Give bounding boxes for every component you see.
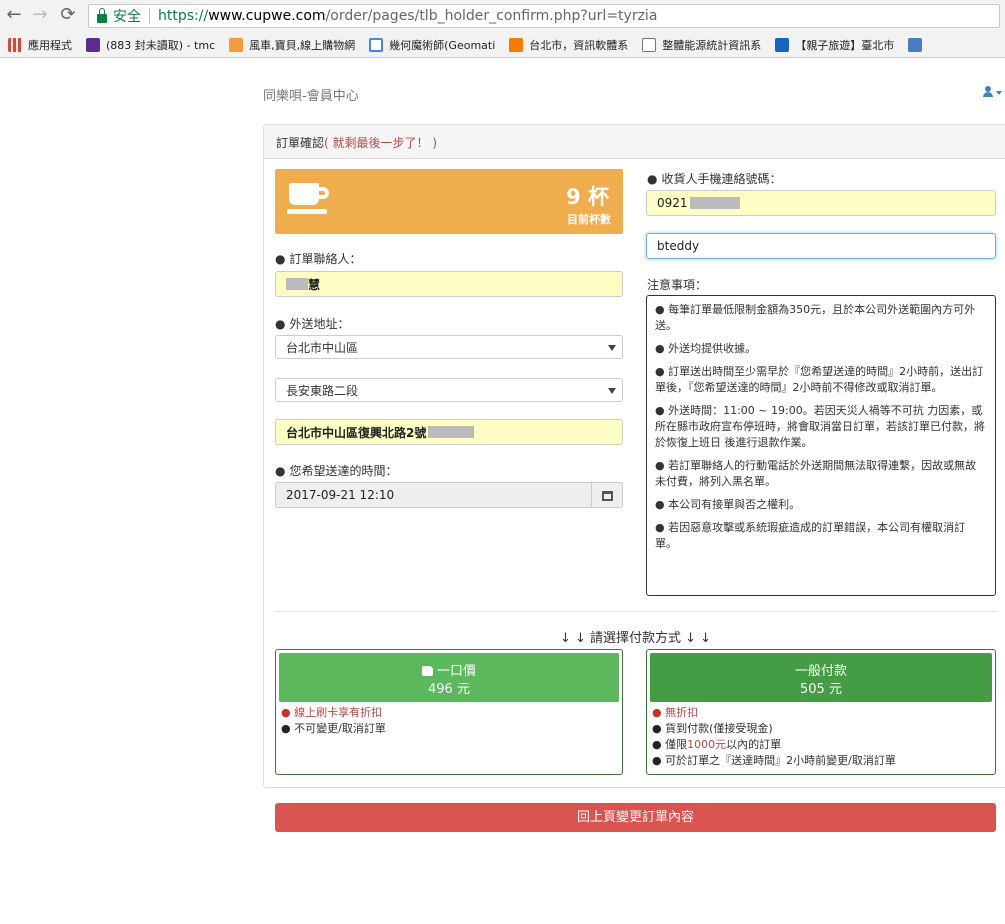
- list-item: 貨到付款(僅接受現金): [652, 721, 896, 737]
- redacted-block: [428, 426, 475, 438]
- recipient-name-input[interactable]: bteddy: [646, 233, 996, 259]
- panel-hint: ( 就剩最後一步了！ ): [324, 136, 438, 150]
- lock-icon: [97, 7, 107, 23]
- cup-count-box: 9 杯 目前杯數: [275, 169, 623, 234]
- delivery-time-input[interactable]: 2017-09-21 12:10: [275, 482, 592, 508]
- calendar-icon: [602, 491, 613, 501]
- d4-icon: [509, 38, 524, 52]
- forward-arrow-icon[interactable]: →: [30, 5, 50, 25]
- normal-payment-features: 無折扣 貨到付款(僅接受現金) 僅限1000元以內的訂單 可於訂單之『送達時間』…: [652, 705, 896, 769]
- secure-label: 安全: [113, 9, 141, 25]
- bookmark-energy[interactable]: 整體能源統計資訊系: [642, 37, 761, 53]
- normal-payment-amount: 505 元: [800, 682, 842, 697]
- apps-icon: [8, 38, 22, 52]
- notice-box: 每筆訂單最低限制金額為350元，且於本公司外送範圍內方可外送。 外送均提供收據。…: [646, 295, 996, 596]
- address-detail-input[interactable]: 台北市中山區復興北路2號: [275, 419, 623, 445]
- bookmark-globe[interactable]: [908, 38, 928, 52]
- bookmark-taipei-software[interactable]: 台北市，資訊軟體系: [509, 37, 628, 53]
- payment-title: ↓ ↓ 請選擇付款方式 ↓ ↓: [559, 631, 712, 646]
- list-item: 不可變更/取消訂單: [281, 721, 386, 737]
- normal-payment-button[interactable]: 一般付款 505 元: [650, 653, 992, 702]
- redacted-block: [689, 197, 740, 209]
- list-item: 可於訂單之『送達時間』2小時前變更/取消訂單: [652, 753, 896, 769]
- phone-label: 收貨人手機連絡號碼：: [647, 170, 781, 187]
- address-label: 外送地址：: [275, 315, 349, 332]
- mail-icon: [86, 38, 100, 52]
- url-host: www.cupwe.com: [208, 8, 326, 24]
- bookmarks-bar: 應用程式 (883 封未讀取) - tmc 風車,寶貝,線上購物網 幾何魔術師(…: [0, 34, 1005, 56]
- phone-input[interactable]: 0921: [646, 190, 996, 216]
- bookmark-mail[interactable]: (883 封未讀取) - tmc: [86, 37, 215, 53]
- globe-icon: [908, 38, 923, 52]
- user-icon[interactable]: [983, 86, 993, 98]
- divider: [275, 611, 996, 612]
- coffee-cup-icon: [287, 183, 331, 219]
- doc-icon: [642, 38, 657, 52]
- flat-price-amount: 496 元: [428, 682, 470, 697]
- bookmark-apps[interactable]: 應用程式: [8, 37, 72, 53]
- notice-item: 若因惡意攻擊或系統瑕疵造成的訂單錯誤，本公司有權取消訂單。: [655, 520, 987, 552]
- notice-item: 本公司有接單與否之權利。: [655, 497, 987, 513]
- notice-item: 外送時間：11:00 ~ 19:00。若因天災人禍等不可抗 力因素，或所在縣市政…: [655, 403, 987, 451]
- bookmark-shop[interactable]: 風車,寶貝,線上購物網: [229, 37, 355, 53]
- reload-icon[interactable]: ⟳: [58, 5, 78, 25]
- bookmark-geometry[interactable]: 幾何魔術師(Geomati: [369, 37, 495, 53]
- flat-price-button[interactable]: 一口價 496 元: [279, 653, 619, 702]
- calendar-button[interactable]: [591, 482, 623, 508]
- list-item: 線上刷卡享有折扣: [281, 705, 386, 721]
- bookmark-travel[interactable]: 【親子旅遊】臺北市: [775, 37, 894, 53]
- back-to-edit-button[interactable]: 回上頁變更訂單內容: [275, 803, 996, 832]
- redacted-block: [286, 278, 308, 290]
- chat-icon: [775, 38, 790, 52]
- fox-icon: [229, 38, 244, 52]
- flat-price-features: 線上刷卡享有折扣 不可變更/取消訂單: [281, 705, 386, 737]
- contact-label: 訂單聯絡人：: [275, 250, 361, 267]
- notice-label: 注意事項：: [647, 278, 708, 292]
- panel-title: 訂單確認: [276, 136, 325, 150]
- contact-input[interactable]: 慧: [275, 271, 623, 297]
- cup-count: 9 杯: [566, 185, 609, 209]
- flat-price-option: 一口價 496 元 線上刷卡享有折扣 不可變更/取消訂單: [275, 649, 623, 775]
- list-item: 僅限1000元以內的訂單: [652, 737, 896, 753]
- notice-item: 外送均提供收據。: [655, 341, 987, 357]
- cup-count-label: 目前杯數: [567, 213, 611, 226]
- normal-payment-option: 一般付款 505 元 無折扣 貨到付款(僅接受現金) 僅限1000元以內的訂單 …: [646, 649, 996, 775]
- google-icon: [369, 38, 384, 52]
- thumbs-up-icon: [421, 666, 433, 676]
- chevron-down-icon: [608, 388, 616, 394]
- list-item: 無折扣: [652, 705, 896, 721]
- normal-payment-label: 一般付款: [794, 664, 847, 679]
- delivery-time-label: 您希望送達的時間：: [275, 462, 397, 479]
- chevron-down-icon: [608, 345, 616, 351]
- browser-chrome: ← → ⟳ 安全 https://www.cupwe.com/order/pag…: [0, 0, 1005, 58]
- back-arrow-icon[interactable]: ←: [4, 5, 24, 25]
- address-bar[interactable]: 安全 https://www.cupwe.com/order/pages/tlb…: [88, 4, 1000, 28]
- notice-item: 每筆訂單最低限制金額為350元，且於本公司外送範圍內方可外送。: [655, 302, 987, 334]
- notice-item: 若訂單聯絡人的行動電話於外送期間無法取得連繫，因故或無故未付費，將列入黑名單。: [655, 458, 987, 490]
- caret-down-icon[interactable]: [996, 91, 1002, 95]
- district-select[interactable]: 台北市中山區: [275, 335, 623, 359]
- notice-item: 訂單送出時間至少需早於『您希望送達的時間』2小時前，送出訂單後，『您希望送達的時…: [655, 364, 987, 396]
- site-brand[interactable]: 同樂唄-會員中心: [263, 85, 359, 104]
- url-scheme: https://: [158, 8, 209, 24]
- road-select[interactable]: 長安東路二段: [275, 378, 623, 402]
- url-path: /order/pages/tlb_holder_confirm.php?url=…: [325, 8, 658, 24]
- panel-heading: 訂單確認( 就剩最後一步了！ ): [264, 125, 1005, 159]
